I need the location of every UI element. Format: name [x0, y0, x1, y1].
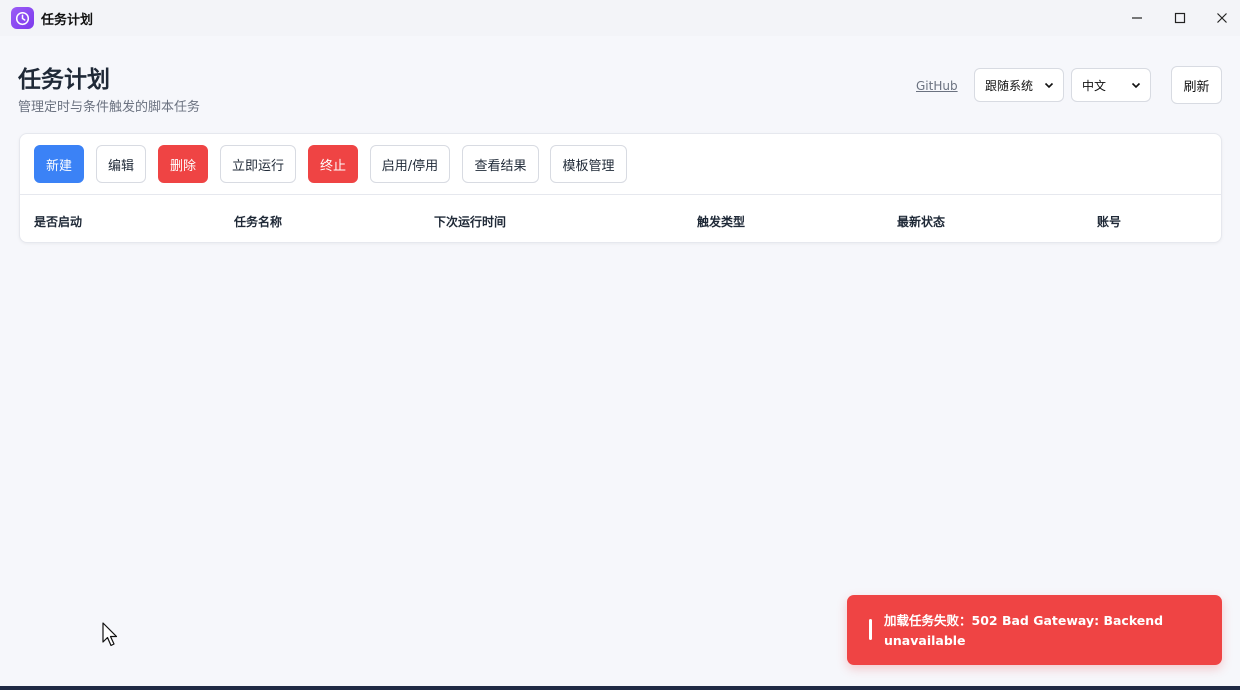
language-select-value: 中文: [1082, 78, 1107, 93]
error-toast: 加载任务失败：502 Bad Gateway: Backend unavaila…: [847, 595, 1222, 665]
column-header-task-name[interactable]: 任务名称: [234, 213, 282, 230]
window-title: 任务计划: [41, 13, 94, 28]
page-title: 任务计划: [18, 67, 110, 93]
run-now-button[interactable]: 立即运行: [220, 145, 296, 183]
close-icon[interactable]: [1209, 6, 1235, 30]
mouse-cursor-icon: [102, 622, 118, 647]
stop-button[interactable]: 终止: [308, 145, 358, 183]
template-management-button[interactable]: 模板管理: [550, 145, 627, 183]
refresh-button[interactable]: 刷新: [1171, 66, 1222, 104]
chevron-down-icon: [1044, 82, 1054, 89]
column-header-next-run[interactable]: 下次运行时间: [434, 213, 506, 230]
task-card: 新建 编辑 删除 立即运行 终止 启用/停用 查看结果 模板管理 是否启动 任务…: [19, 133, 1222, 243]
bottom-edge: [0, 686, 1240, 690]
edit-button[interactable]: 编辑: [96, 145, 146, 183]
toast-accent-bar: [869, 619, 872, 640]
new-button[interactable]: 新建: [34, 145, 84, 183]
column-header-enabled[interactable]: 是否启动: [34, 213, 82, 230]
maximize-icon[interactable]: [1167, 6, 1193, 30]
minimize-icon[interactable]: [1124, 6, 1150, 30]
title-bar: 任务计划: [0, 0, 1240, 36]
column-header-latest-status[interactable]: 最新状态: [897, 213, 945, 230]
language-select[interactable]: 中文: [1071, 68, 1151, 102]
toast-message: 加载任务失败：502 Bad Gateway: Backend unavaila…: [884, 613, 1164, 648]
chevron-down-icon: [1131, 82, 1141, 89]
toggle-enable-button[interactable]: 启用/停用: [370, 145, 450, 183]
column-header-trigger-type[interactable]: 触发类型: [697, 213, 745, 230]
column-header-account[interactable]: 账号: [1097, 213, 1121, 230]
theme-select-value: 跟随系统: [985, 78, 1034, 93]
view-results-button[interactable]: 查看结果: [462, 145, 539, 183]
divider: [20, 194, 1221, 195]
delete-button[interactable]: 删除: [158, 145, 208, 183]
github-link[interactable]: GitHub: [916, 79, 958, 93]
clock-app-icon: [11, 7, 34, 29]
theme-select[interactable]: 跟随系统: [974, 68, 1064, 102]
page-subtitle: 管理定时与条件触发的脚本任务: [18, 100, 201, 115]
